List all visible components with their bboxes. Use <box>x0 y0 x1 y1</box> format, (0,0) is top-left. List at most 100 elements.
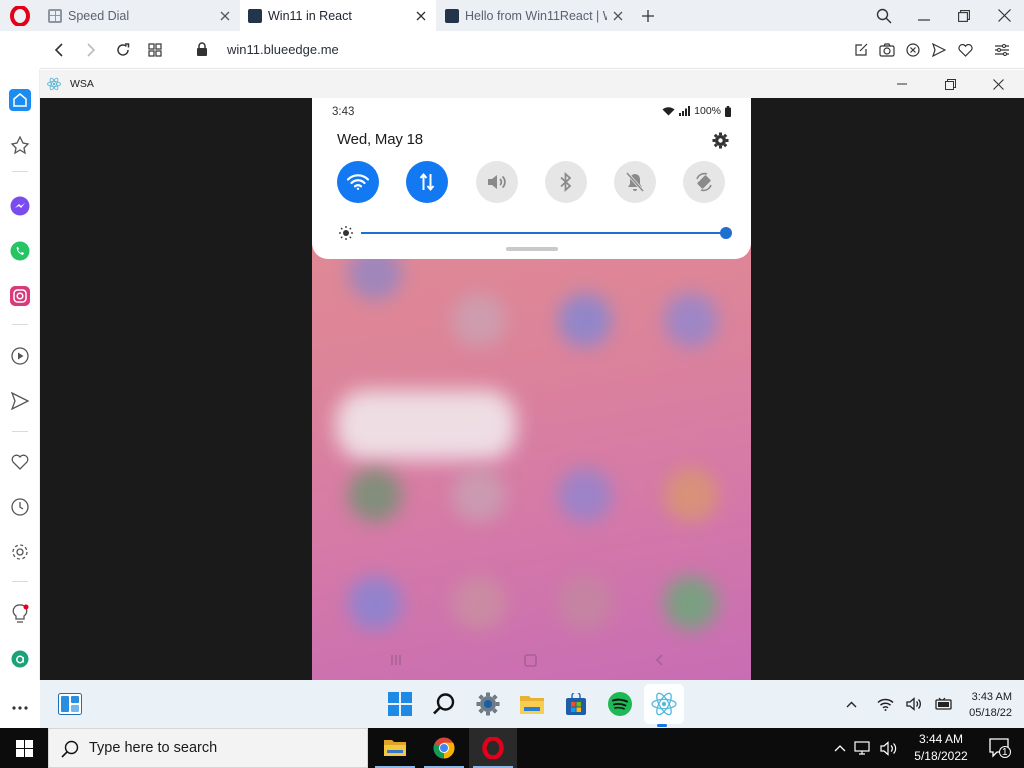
close-button[interactable] <box>984 0 1024 31</box>
action-center-button[interactable]: 1 <box>980 728 1020 768</box>
tab-hello-from-win11react[interactable]: Hello from Win11React | W <box>437 0 633 31</box>
wsa-minimize-button[interactable] <box>882 70 922 98</box>
bookmark-button[interactable] <box>949 31 981 69</box>
tab-win11-in-react[interactable]: Win11 in React <box>240 0 436 31</box>
active-app-indicator <box>657 724 667 727</box>
show-hidden-icons-chevron-icon[interactable] <box>846 701 857 708</box>
tab-snapshot-button[interactable] <box>139 31 171 69</box>
auto-rotate-toggle[interactable] <box>683 161 725 203</box>
sidebar-item-my-flow[interactable] <box>0 386 40 416</box>
show-hidden-icons-chevron-icon[interactable] <box>834 744 846 752</box>
sidebar-item-bookmarks[interactable] <box>0 447 40 477</box>
blurred-app-icon <box>558 468 612 522</box>
url-field[interactable]: win11.blueedge.me <box>227 31 339 69</box>
reload-button[interactable] <box>107 31 139 69</box>
taskbar-search-box[interactable]: Type here to search <box>48 728 368 768</box>
easy-setup-button[interactable] <box>986 31 1018 69</box>
taskbar-chrome[interactable] <box>420 728 468 768</box>
sidebar-item-history[interactable] <box>0 492 40 522</box>
minimize-icon <box>918 18 930 21</box>
wsa-app-button[interactable] <box>644 684 684 724</box>
brightness-slider[interactable] <box>361 232 726 234</box>
android-screen[interactable]: 3:43 100% Wed, May 18 <box>312 98 751 680</box>
sound-toggle[interactable] <box>476 161 518 203</box>
sidebar-item-messenger[interactable] <box>0 191 40 221</box>
react-atom-icon <box>47 77 61 91</box>
react-favicon-icon <box>248 8 262 23</box>
more-dots-icon <box>12 706 28 710</box>
home-icon <box>9 89 31 111</box>
reload-icon <box>117 43 130 56</box>
settings-app-button[interactable] <box>468 684 508 724</box>
blurred-app-icon <box>558 576 612 630</box>
wifi-icon[interactable] <box>877 698 894 711</box>
spotify-button[interactable] <box>600 684 640 724</box>
status-icons: 100% <box>662 105 731 117</box>
bluetooth-icon <box>560 172 572 192</box>
sidebar-item-pinboards[interactable] <box>0 130 40 160</box>
tab-speed-dial[interactable]: Speed Dial <box>40 0 240 31</box>
wsa-close-button[interactable] <box>978 70 1018 98</box>
sidebar-item-whatsapp[interactable] <box>0 236 40 266</box>
sidebar-item-home[interactable] <box>0 85 40 115</box>
sidebar-item-instagram[interactable] <box>0 281 40 311</box>
windows-taskbar: Type here to search 3:44 AM 5/18/2022 1 <box>0 728 1024 768</box>
blurred-widget <box>336 390 516 460</box>
back-nav-button[interactable] <box>655 654 665 666</box>
back-button[interactable] <box>43 31 75 69</box>
spotify-icon <box>608 692 632 716</box>
tab-title: Win11 in React <box>268 8 352 23</box>
recents-icon <box>391 655 401 665</box>
aria-icon <box>11 650 29 668</box>
close-tab-icon[interactable] <box>607 5 629 27</box>
wifi-toggle[interactable] <box>337 161 379 203</box>
brightness-icon <box>339 226 353 240</box>
minimize-button[interactable] <box>904 0 944 31</box>
close-tab-icon[interactable] <box>410 5 432 27</box>
do-not-disturb-toggle[interactable] <box>614 161 656 203</box>
start-button[interactable] <box>380 684 420 724</box>
store-button[interactable] <box>556 684 596 724</box>
mobile-data-toggle[interactable] <box>406 161 448 203</box>
wsa-restore-button[interactable] <box>930 70 970 98</box>
sidebar-item-settings[interactable] <box>0 537 40 567</box>
bluetooth-toggle[interactable] <box>545 161 587 203</box>
battery-percent: 100% <box>694 105 721 117</box>
taskbar-opera[interactable] <box>469 728 517 768</box>
brightness-slider-thumb[interactable] <box>720 227 732 239</box>
sidebar-item-tips[interactable] <box>0 599 40 629</box>
blurred-app-icon <box>452 293 506 347</box>
notification-count: 1 <box>1002 747 1008 758</box>
taskbar-file-explorer[interactable] <box>371 728 419 768</box>
sidebar-item-player[interactable] <box>0 341 40 371</box>
recent-apps-button[interactable] <box>390 654 402 666</box>
quick-settings-drag-handle[interactable] <box>506 247 558 251</box>
windows-clock[interactable]: 3:44 AM 5/18/2022 <box>908 731 974 765</box>
file-explorer-button[interactable] <box>512 684 552 724</box>
opera-menu-button[interactable] <box>0 0 40 31</box>
messenger-icon <box>10 196 30 216</box>
opera-logo-icon <box>482 737 504 759</box>
sidebar-more-button[interactable] <box>0 693 40 723</box>
network-icon[interactable] <box>854 740 872 756</box>
home-button[interactable] <box>524 654 537 667</box>
lock-icon <box>196 42 208 57</box>
win11-clock[interactable]: 3:43 AM 05/18/22 <box>942 689 1012 721</box>
restore-icon <box>958 9 970 22</box>
sidebar-item-aria[interactable] <box>0 644 40 674</box>
search-tabs-button[interactable] <box>864 0 904 31</box>
close-tab-icon[interactable] <box>214 5 236 27</box>
widgets-button[interactable] <box>50 684 90 724</box>
restore-button[interactable] <box>944 0 984 31</box>
forward-button[interactable] <box>75 31 107 69</box>
opera-sidebar <box>0 69 40 710</box>
volume-icon[interactable] <box>880 740 898 756</box>
volume-icon[interactable] <box>906 697 923 711</box>
instagram-icon <box>10 286 30 306</box>
close-icon <box>992 78 1004 90</box>
search-button[interactable] <box>424 684 464 724</box>
new-tab-button[interactable] <box>636 0 660 31</box>
windows-start-button[interactable] <box>0 728 48 768</box>
android-settings-button[interactable] <box>712 132 729 149</box>
play-circle-icon <box>11 347 29 365</box>
